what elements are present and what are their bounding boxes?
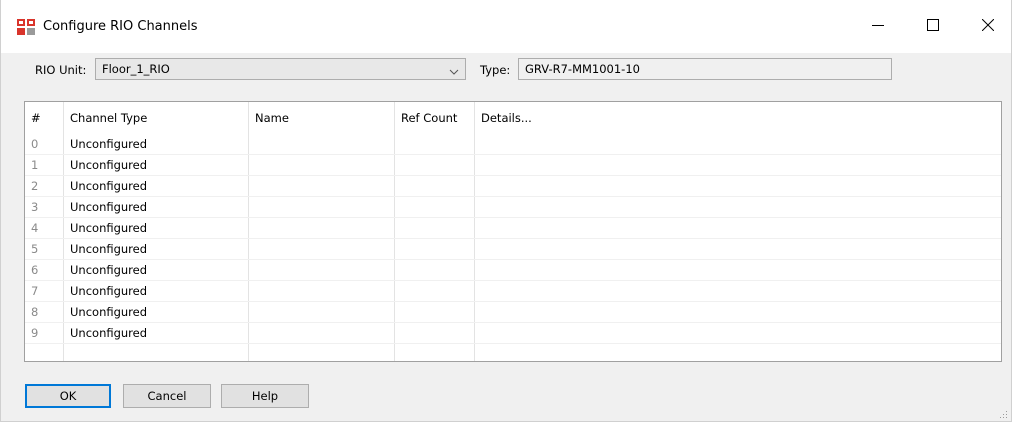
- rio-unit-value: Floor_1_RIO: [102, 62, 170, 76]
- row-index: 3: [25, 197, 64, 217]
- details-cell[interactable]: [475, 281, 1001, 301]
- title-bar[interactable]: Configure RIO Channels: [1, 0, 1011, 53]
- details-cell[interactable]: [475, 176, 1001, 196]
- name-cell[interactable]: [249, 281, 395, 301]
- row-index: 5: [25, 239, 64, 259]
- ref-count-cell: [395, 260, 475, 280]
- table-row[interactable]: 6 Unconfigured: [25, 260, 1001, 281]
- minimize-icon: [872, 19, 884, 34]
- channel-type-cell[interactable]: Unconfigured: [64, 260, 249, 280]
- details-cell[interactable]: [475, 197, 1001, 217]
- row-index: 8: [25, 302, 64, 322]
- rio-unit-label: RIO Unit:: [35, 63, 87, 77]
- ref-count-cell: [395, 155, 475, 175]
- ref-count-cell: [395, 197, 475, 217]
- table-row[interactable]: 2 Unconfigured: [25, 176, 1001, 197]
- type-label: Type:: [480, 63, 511, 77]
- table-row[interactable]: 0 Unconfigured: [25, 134, 1001, 155]
- name-cell[interactable]: [249, 155, 395, 175]
- configure-rio-channels-dialog: Configure RIO Channels RIO Unit: Floor_1…: [0, 0, 1012, 422]
- help-button[interactable]: Help: [221, 384, 309, 408]
- name-cell[interactable]: [249, 176, 395, 196]
- name-cell[interactable]: [249, 218, 395, 238]
- close-button[interactable]: [965, 0, 1011, 53]
- row-index: 7: [25, 281, 64, 301]
- details-cell[interactable]: [475, 323, 1001, 343]
- rio-config-icon: [17, 19, 35, 35]
- ref-count-cell: [395, 134, 475, 154]
- ref-count-cell: [395, 344, 475, 361]
- ref-count-cell: [395, 323, 475, 343]
- ok-button[interactable]: OK: [25, 384, 111, 408]
- details-cell[interactable]: [475, 155, 1001, 175]
- name-cell[interactable]: [249, 239, 395, 259]
- details-cell[interactable]: [475, 344, 1001, 361]
- name-cell[interactable]: [249, 197, 395, 217]
- ref-count-cell: [395, 281, 475, 301]
- minimize-button[interactable]: [855, 0, 901, 53]
- channel-type-cell[interactable]: Unconfigured: [64, 155, 249, 175]
- name-cell[interactable]: [249, 260, 395, 280]
- column-header-ref-count[interactable]: Ref Count: [395, 102, 475, 134]
- row-index: 6: [25, 260, 64, 280]
- name-cell[interactable]: [249, 344, 395, 361]
- row-index: 9: [25, 323, 64, 343]
- table-row[interactable]: 1 Unconfigured: [25, 155, 1001, 176]
- channel-type-cell[interactable]: Unconfigured: [64, 281, 249, 301]
- channel-type-cell[interactable]: Unconfigured: [64, 218, 249, 238]
- table-row-empty[interactable]: [25, 344, 1001, 361]
- type-field: GRV-R7-MM1001-10: [518, 58, 892, 80]
- grid-header: # Channel Type Name Ref Count Details...: [25, 102, 1001, 134]
- column-header-channel-type[interactable]: Channel Type: [64, 102, 249, 134]
- details-cell[interactable]: [475, 239, 1001, 259]
- column-header-details[interactable]: Details...: [475, 102, 1001, 134]
- name-cell[interactable]: [249, 134, 395, 154]
- details-cell[interactable]: [475, 134, 1001, 154]
- table-row[interactable]: 5 Unconfigured: [25, 239, 1001, 260]
- channel-type-cell[interactable]: Unconfigured: [64, 176, 249, 196]
- maximize-icon: [927, 19, 939, 34]
- rio-unit-dropdown[interactable]: Floor_1_RIO: [95, 58, 466, 80]
- type-value: GRV-R7-MM1001-10: [525, 62, 640, 76]
- close-icon: [981, 18, 995, 34]
- channel-type-cell[interactable]: Unconfigured: [64, 239, 249, 259]
- row-index: 1: [25, 155, 64, 175]
- channel-type-cell[interactable]: Unconfigured: [64, 323, 249, 343]
- table-row[interactable]: 9 Unconfigured: [25, 323, 1001, 344]
- channels-grid[interactable]: # Channel Type Name Ref Count Details...…: [24, 101, 1002, 362]
- table-row[interactable]: 3 Unconfigured: [25, 197, 1001, 218]
- details-cell[interactable]: [475, 302, 1001, 322]
- table-row[interactable]: 7 Unconfigured: [25, 281, 1001, 302]
- column-header-name[interactable]: Name: [249, 102, 395, 134]
- chevron-down-icon: [449, 65, 459, 75]
- resize-grip-icon[interactable]: [998, 408, 1008, 418]
- row-index: 4: [25, 218, 64, 238]
- window-title: Configure RIO Channels: [43, 19, 198, 34]
- ref-count-cell: [395, 302, 475, 322]
- row-index: 0: [25, 134, 64, 154]
- channel-type-cell[interactable]: Unconfigured: [64, 302, 249, 322]
- row-index: 2: [25, 176, 64, 196]
- details-cell[interactable]: [475, 218, 1001, 238]
- table-row[interactable]: 8 Unconfigured: [25, 302, 1001, 323]
- table-row[interactable]: 4 Unconfigured: [25, 218, 1001, 239]
- column-header-index[interactable]: #: [25, 102, 64, 134]
- channel-type-cell[interactable]: Unconfigured: [64, 134, 249, 154]
- ref-count-cell: [395, 239, 475, 259]
- name-cell[interactable]: [249, 302, 395, 322]
- channel-type-cell[interactable]: [64, 344, 249, 361]
- maximize-button[interactable]: [910, 0, 956, 53]
- name-cell[interactable]: [249, 323, 395, 343]
- details-cell[interactable]: [475, 260, 1001, 280]
- ref-count-cell: [395, 176, 475, 196]
- row-index: [25, 344, 64, 361]
- channel-type-cell[interactable]: Unconfigured: [64, 197, 249, 217]
- ref-count-cell: [395, 218, 475, 238]
- cancel-button[interactable]: Cancel: [123, 384, 211, 408]
